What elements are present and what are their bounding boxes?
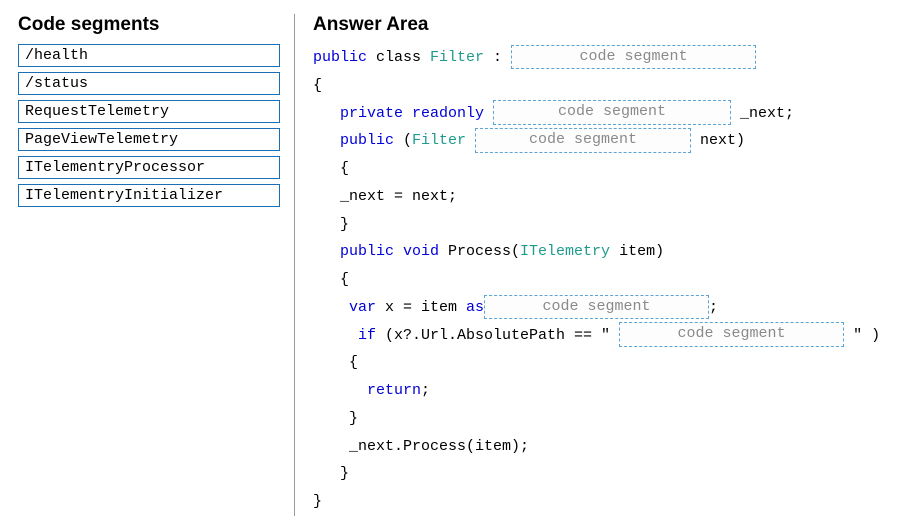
type-name: Filter (412, 132, 475, 149)
segment-item[interactable]: ITelementryProcessor (18, 156, 280, 179)
code-text: ( (394, 132, 412, 149)
keyword: public (313, 132, 394, 149)
code-text: } (313, 465, 349, 482)
code-text: _next = next; (313, 188, 457, 205)
code-text: } (313, 216, 349, 233)
code-text: Process( (448, 243, 520, 260)
code-text: item) (610, 243, 664, 260)
segment-list: /health /status RequestTelemetry PageVie… (18, 44, 280, 207)
vertical-divider (294, 14, 295, 516)
code-text: { (313, 354, 358, 371)
code-text: class (367, 49, 430, 66)
answer-area-panel: Answer Area public class Filter : code s… (313, 14, 903, 516)
drop-target[interactable]: code segment (619, 322, 844, 347)
keyword: if (313, 327, 376, 344)
answer-area-title: Answer Area (313, 14, 903, 36)
drop-target[interactable]: code segment (511, 45, 756, 70)
code-text: " ) (844, 327, 880, 344)
keyword: void (394, 243, 448, 260)
segment-item[interactable]: PageViewTelemetry (18, 128, 280, 151)
code-text: _next; (731, 105, 794, 122)
drop-target[interactable]: code segment (484, 295, 709, 320)
keyword: public (313, 49, 367, 66)
type-name: ITelemetry (520, 243, 610, 260)
code-text: _next.Process(item); (313, 438, 529, 455)
code-text: { (313, 271, 349, 288)
type-name: Filter (430, 49, 484, 66)
keyword: as (466, 299, 484, 316)
keyword: var (313, 299, 376, 316)
code-text: x = item (376, 299, 466, 316)
keyword: return (313, 382, 421, 399)
code-template: public class Filter : code segment { pri… (313, 44, 903, 516)
code-text: : (484, 49, 511, 66)
code-text: (x?.Url.AbsolutePath == " (376, 327, 619, 344)
code-segments-title: Code segments (18, 14, 280, 36)
code-text: ; (709, 299, 718, 316)
code-text: } (313, 410, 358, 427)
drop-target[interactable]: code segment (493, 100, 731, 125)
drop-target[interactable]: code segment (475, 128, 691, 153)
keyword: readonly (403, 105, 493, 122)
segment-item[interactable]: /health (18, 44, 280, 67)
code-text: next) (691, 132, 745, 149)
segment-item[interactable]: ITelementryInitializer (18, 184, 280, 207)
keyword: private (313, 105, 403, 122)
code-text: { (313, 160, 349, 177)
segment-item[interactable]: /status (18, 72, 280, 95)
segment-item[interactable]: RequestTelemetry (18, 100, 280, 123)
keyword: public (313, 243, 394, 260)
code-text: } (313, 493, 322, 510)
drag-drop-question: Code segments /health /status RequestTel… (18, 14, 903, 516)
code-text: ; (421, 382, 430, 399)
code-text: { (313, 77, 322, 94)
code-segments-panel: Code segments /health /status RequestTel… (18, 14, 280, 516)
